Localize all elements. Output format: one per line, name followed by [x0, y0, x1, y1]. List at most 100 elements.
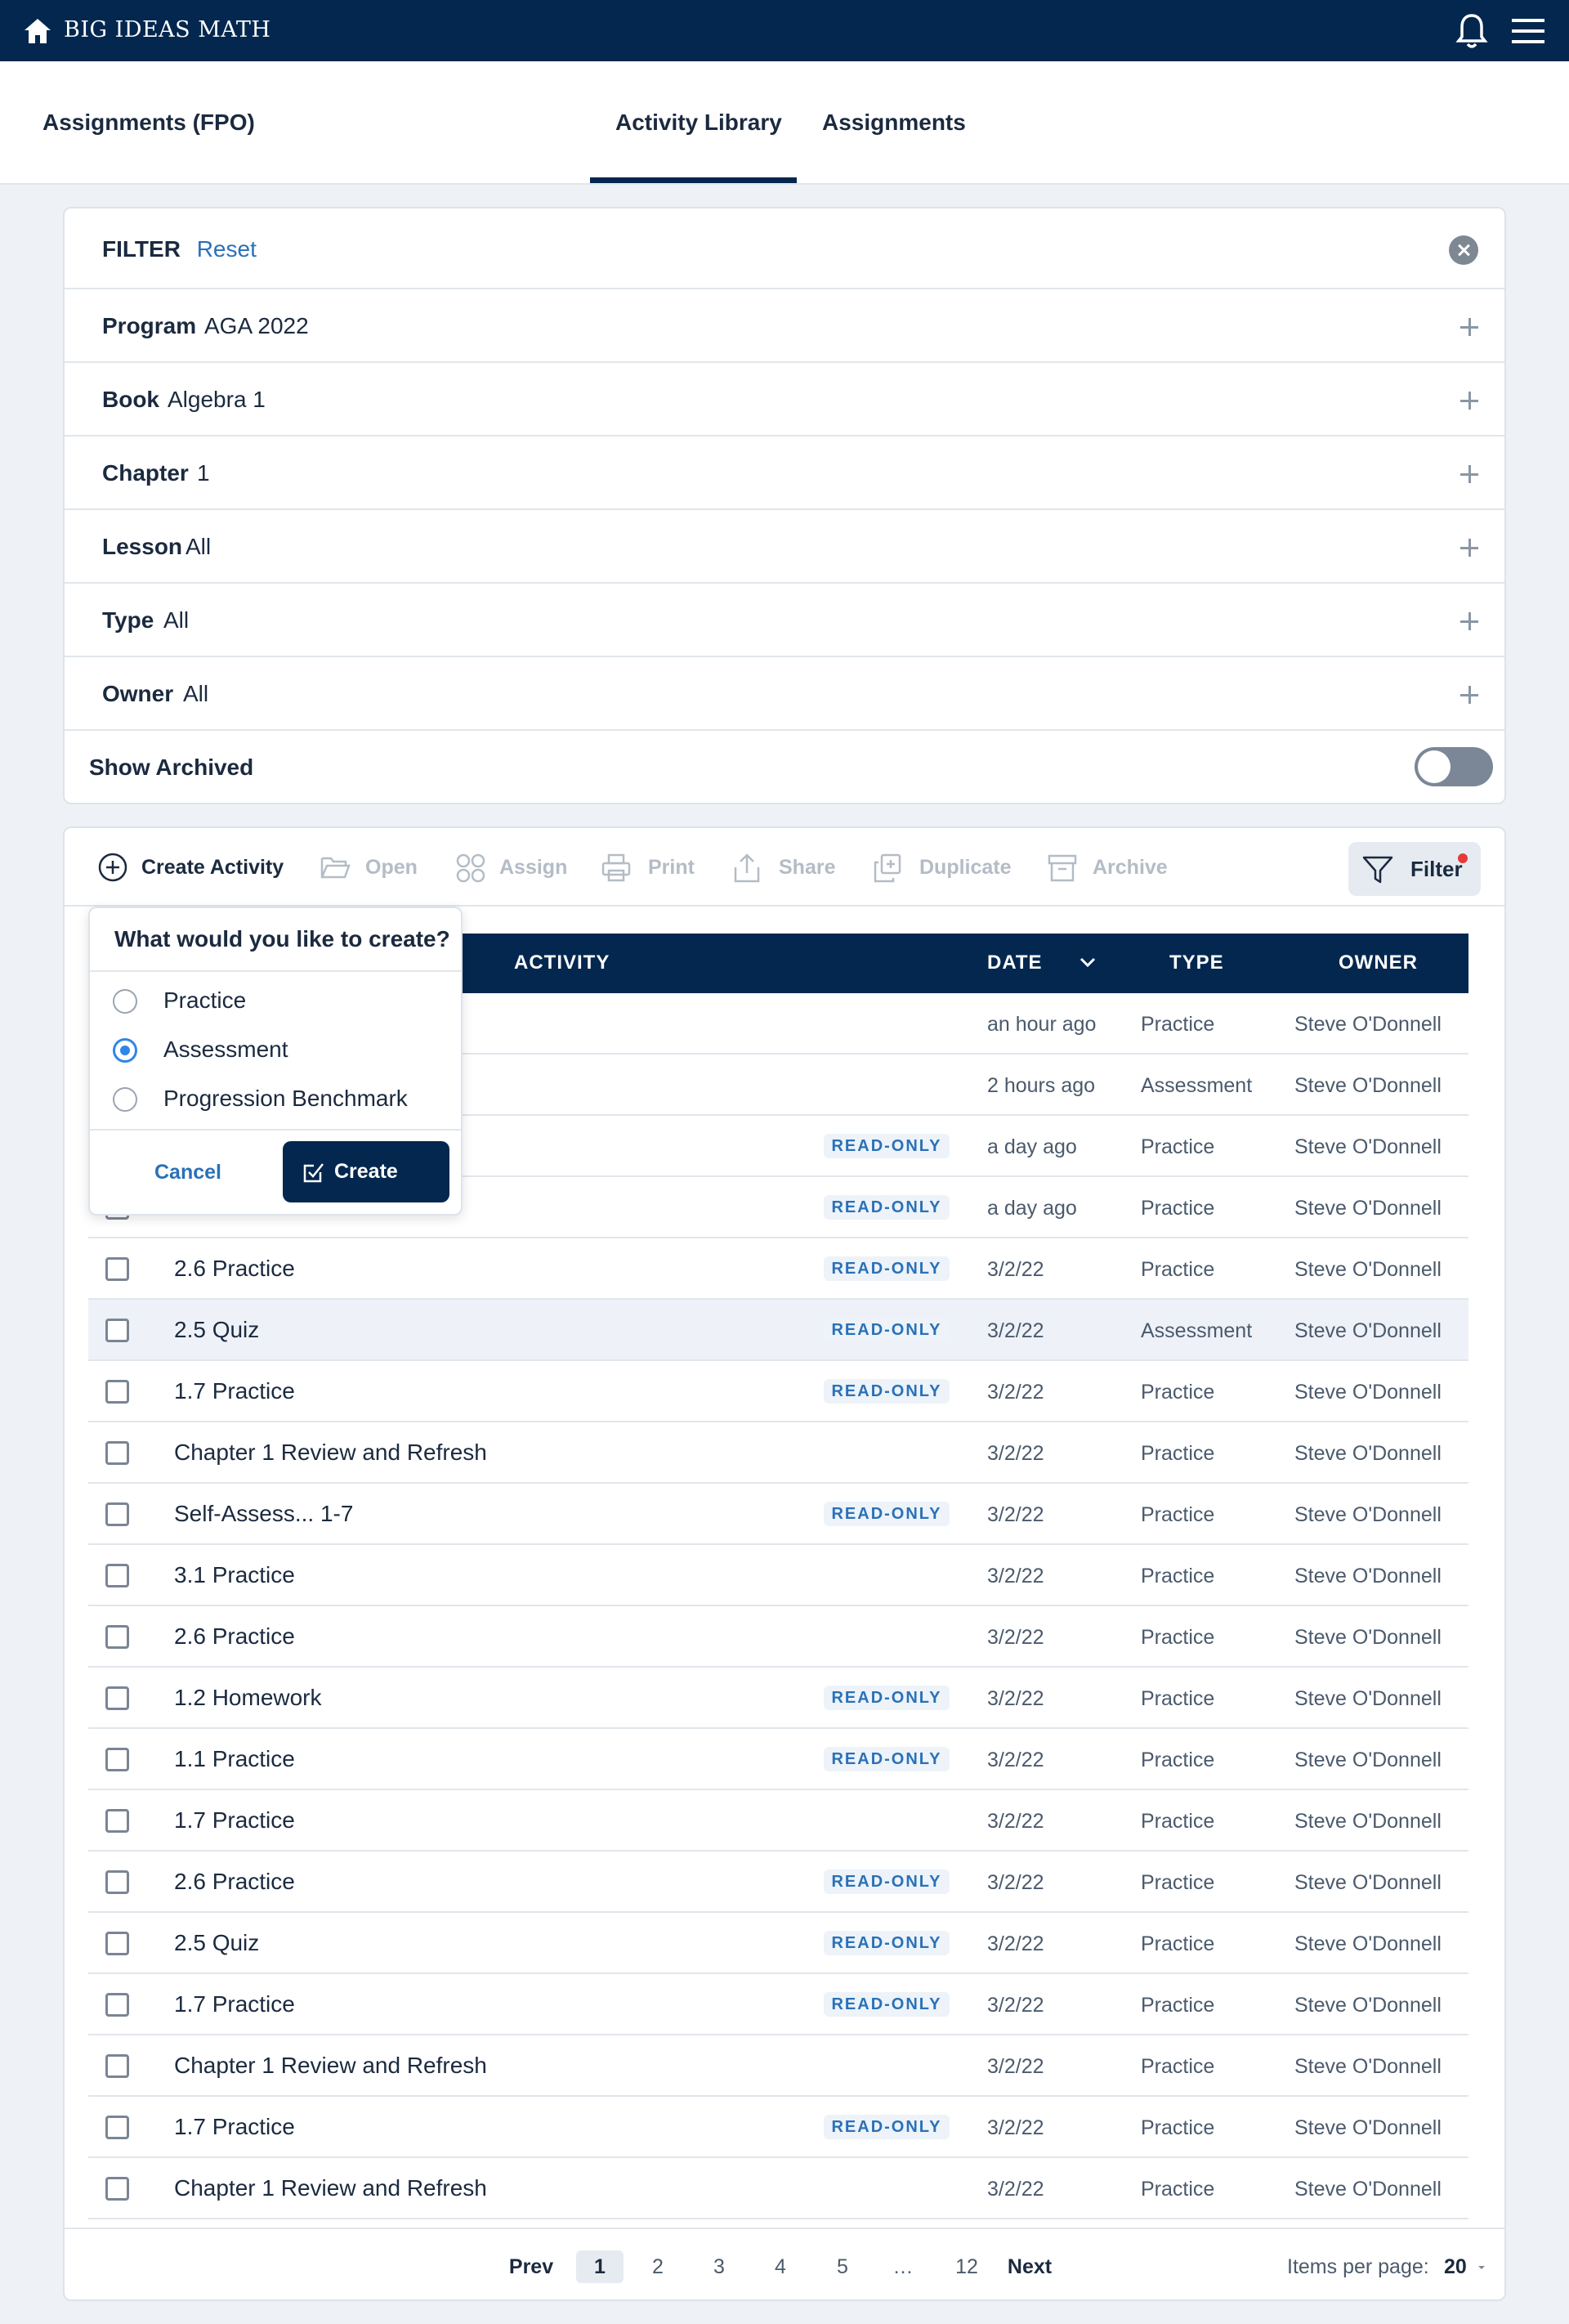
expand-plus-icon[interactable]: [1460, 392, 1478, 410]
activity-name[interactable]: Chapter 1 Review and Refresh: [174, 1438, 487, 1467]
column-header-owner[interactable]: OWNER: [1339, 951, 1418, 975]
radio-button[interactable]: [113, 1087, 137, 1112]
expand-plus-icon[interactable]: [1460, 318, 1478, 336]
print-button[interactable]: Print: [601, 853, 705, 882]
table-row[interactable]: Chapter 1 Review and Refresh 3/2/22 Practi…: [88, 1422, 1468, 1484]
show-archived-toggle[interactable]: [1415, 747, 1493, 786]
edit-check-icon: [303, 1163, 324, 1183]
activity-name[interactable]: Chapter 1 Review and Refresh: [174, 2174, 487, 2203]
activity-name[interactable]: 2.5 Quiz: [174, 1928, 259, 1958]
row-checkbox[interactable]: [105, 1257, 129, 1281]
filter-row-lesson[interactable]: Lesson All: [65, 510, 1504, 584]
expand-plus-icon[interactable]: [1460, 465, 1478, 483]
tab-assignments[interactable]: Assignments: [822, 108, 966, 137]
table-row[interactable]: Self-Assess... 1-7 READ-ONLY 3/2/22 Practic…: [88, 1484, 1468, 1545]
open-button[interactable]: Open: [320, 853, 422, 882]
items-per-page-select[interactable]: 20: [1444, 2250, 1485, 2283]
column-header-date[interactable]: DATE: [987, 951, 1043, 975]
page-12-button[interactable]: 12: [945, 2250, 988, 2283]
close-filter-icon[interactable]: [1449, 235, 1478, 265]
table-row[interactable]: 1.7 Practice READ-ONLY 3/2/22 Practice Steve…: [88, 2097, 1468, 2158]
duplicate-button[interactable]: Duplicate: [872, 853, 1016, 883]
row-checkbox[interactable]: [105, 1625, 129, 1649]
table-row[interactable]: 2.5 Quiz READ-ONLY 3/2/22 Practice Steve O'D…: [88, 1913, 1468, 1974]
activity-name[interactable]: 1.7 Practice: [174, 1806, 295, 1835]
row-checkbox[interactable]: [105, 1748, 129, 1771]
page-2-button[interactable]: 2: [641, 2250, 674, 2283]
home-icon[interactable]: [23, 17, 52, 45]
create-button[interactable]: Create: [283, 1141, 449, 1202]
activity-name[interactable]: 2.6 Practice: [174, 1254, 295, 1283]
activity-name[interactable]: 1.2 Homework: [174, 1683, 322, 1713]
table-row[interactable]: Chapter 1 Review and Refresh 3/2/22 Practi…: [88, 2158, 1468, 2219]
row-checkbox[interactable]: [105, 1993, 129, 2017]
table-row[interactable]: 1.2 Homework READ-ONLY 3/2/22 Practice Steve…: [88, 1668, 1468, 1729]
activity-name[interactable]: 1.1 Practice: [174, 1744, 295, 1774]
page-5-button[interactable]: 5: [826, 2250, 859, 2283]
table-row[interactable]: 1.1 Practice READ-ONLY 3/2/22 Practice Steve…: [88, 1729, 1468, 1790]
table-row[interactable]: 3.1 Practice 3/2/22 Practice Steve O'Donnel…: [88, 1545, 1468, 1606]
reset-link[interactable]: Reset: [197, 236, 257, 262]
filter-row-book[interactable]: Book Algebra 1: [65, 363, 1504, 437]
radio-button[interactable]: [113, 989, 137, 1014]
activity-name[interactable]: 2.5 Quiz: [174, 1315, 259, 1345]
activity-date: 3/2/22: [987, 1503, 1044, 1526]
activity-name[interactable]: 1.7 Practice: [174, 2112, 295, 2142]
row-checkbox[interactable]: [105, 1502, 129, 1526]
filter-row-type[interactable]: Type All: [65, 584, 1504, 657]
row-checkbox[interactable]: [105, 1564, 129, 1587]
cancel-button[interactable]: Cancel: [154, 1158, 221, 1187]
table-row[interactable]: 1.7 Practice READ-ONLY 3/2/22 Practice Steve…: [88, 1974, 1468, 2035]
tab-activity-library[interactable]: Activity Library: [615, 108, 782, 137]
brand-name[interactable]: BIG IDEAS MATH: [64, 16, 270, 44]
expand-plus-icon[interactable]: [1460, 612, 1478, 630]
row-checkbox[interactable]: [105, 2177, 129, 2201]
filter-row-chapter[interactable]: Chapter 1: [65, 437, 1504, 510]
activity-name[interactable]: Chapter 1 Review and Refresh: [174, 2051, 487, 2080]
filter-button[interactable]: Filter: [1348, 842, 1481, 896]
table-row[interactable]: 2.6 Practice 3/2/22 Practice Steve O'Donnel…: [88, 1606, 1468, 1668]
sort-chevron-down-icon[interactable]: [1079, 955, 1097, 971]
column-header-type[interactable]: TYPE: [1169, 951, 1224, 975]
expand-plus-icon[interactable]: [1460, 539, 1478, 557]
activity-name[interactable]: 3.1 Practice: [174, 1561, 295, 1590]
filter-row-owner[interactable]: Owner All: [65, 657, 1504, 731]
row-checkbox[interactable]: [105, 1380, 129, 1404]
row-checkbox[interactable]: [105, 2116, 129, 2139]
bell-icon[interactable]: [1455, 12, 1488, 50]
hamburger-menu-icon[interactable]: [1510, 16, 1546, 46]
table-row[interactable]: 1.7 Practice READ-ONLY 3/2/22 Practice Steve…: [88, 1361, 1468, 1422]
activity-name[interactable]: Self-Assess... 1-7: [174, 1499, 353, 1529]
archive-button[interactable]: Archive: [1047, 853, 1169, 882]
share-button[interactable]: Share: [731, 853, 846, 883]
row-checkbox[interactable]: [105, 1319, 129, 1342]
table-row[interactable]: 2.5 Quiz READ-ONLY 3/2/22 Assessment Steve O…: [88, 1300, 1468, 1361]
activity-name[interactable]: 2.6 Practice: [174, 1622, 295, 1651]
row-checkbox[interactable]: [105, 1932, 129, 1955]
activity-name[interactable]: 2.6 Practice: [174, 1867, 295, 1896]
activity-owner: Steve O'Donnell: [1294, 1932, 1442, 1955]
next-page-button[interactable]: Next: [1004, 2250, 1055, 2283]
page-1-button[interactable]: 1: [576, 2250, 624, 2283]
activity-name[interactable]: 1.7 Practice: [174, 1990, 295, 2019]
prev-page-button[interactable]: Prev: [507, 2250, 556, 2283]
table-row[interactable]: 1.7 Practice 3/2/22 Practice Steve O'Donnel…: [88, 1790, 1468, 1852]
table-row[interactable]: 2.6 Practice READ-ONLY 3/2/22 Practice Steve…: [88, 1238, 1468, 1300]
filter-row-program[interactable]: Program AGA 2022: [65, 289, 1504, 363]
column-header-activity[interactable]: ACTIVITY: [514, 951, 610, 975]
row-checkbox[interactable]: [105, 2054, 129, 2078]
radio-button-selected[interactable]: [113, 1038, 137, 1063]
assign-button[interactable]: Assign: [455, 853, 570, 883]
row-checkbox[interactable]: [105, 1809, 129, 1833]
table-row[interactable]: Chapter 1 Review and Refresh 3/2/22 Practi…: [88, 2035, 1468, 2097]
row-checkbox[interactable]: [105, 1686, 129, 1710]
expand-plus-icon[interactable]: [1460, 686, 1478, 704]
create-activity-button[interactable]: Create Activity: [97, 853, 287, 882]
activity-name[interactable]: 1.7 Practice: [174, 1377, 295, 1406]
page-4-button[interactable]: 4: [764, 2250, 797, 2283]
row-checkbox[interactable]: [105, 1441, 129, 1465]
page-3-button[interactable]: 3: [703, 2250, 735, 2283]
activity-date: a day ago: [987, 1135, 1077, 1158]
row-checkbox[interactable]: [105, 1870, 129, 1894]
table-row[interactable]: 2.6 Practice READ-ONLY 3/2/22 Practice Steve…: [88, 1852, 1468, 1913]
